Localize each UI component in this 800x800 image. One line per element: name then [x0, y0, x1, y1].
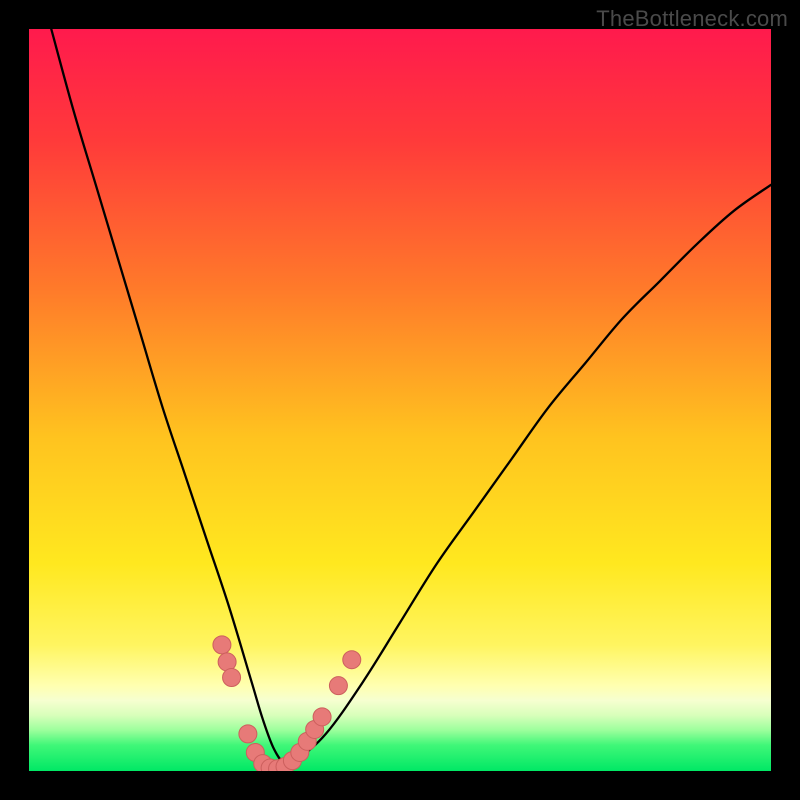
chart-frame: TheBottleneck.com [0, 0, 800, 800]
chart-svg [29, 29, 771, 771]
data-marker [313, 708, 331, 726]
plot-area [29, 29, 771, 771]
data-marker [343, 651, 361, 669]
bottleneck-curve [51, 29, 771, 765]
data-marker [213, 636, 231, 654]
data-marker [239, 725, 257, 743]
watermark-text: TheBottleneck.com [596, 6, 788, 32]
data-marker [329, 677, 347, 695]
data-marker [223, 669, 241, 687]
